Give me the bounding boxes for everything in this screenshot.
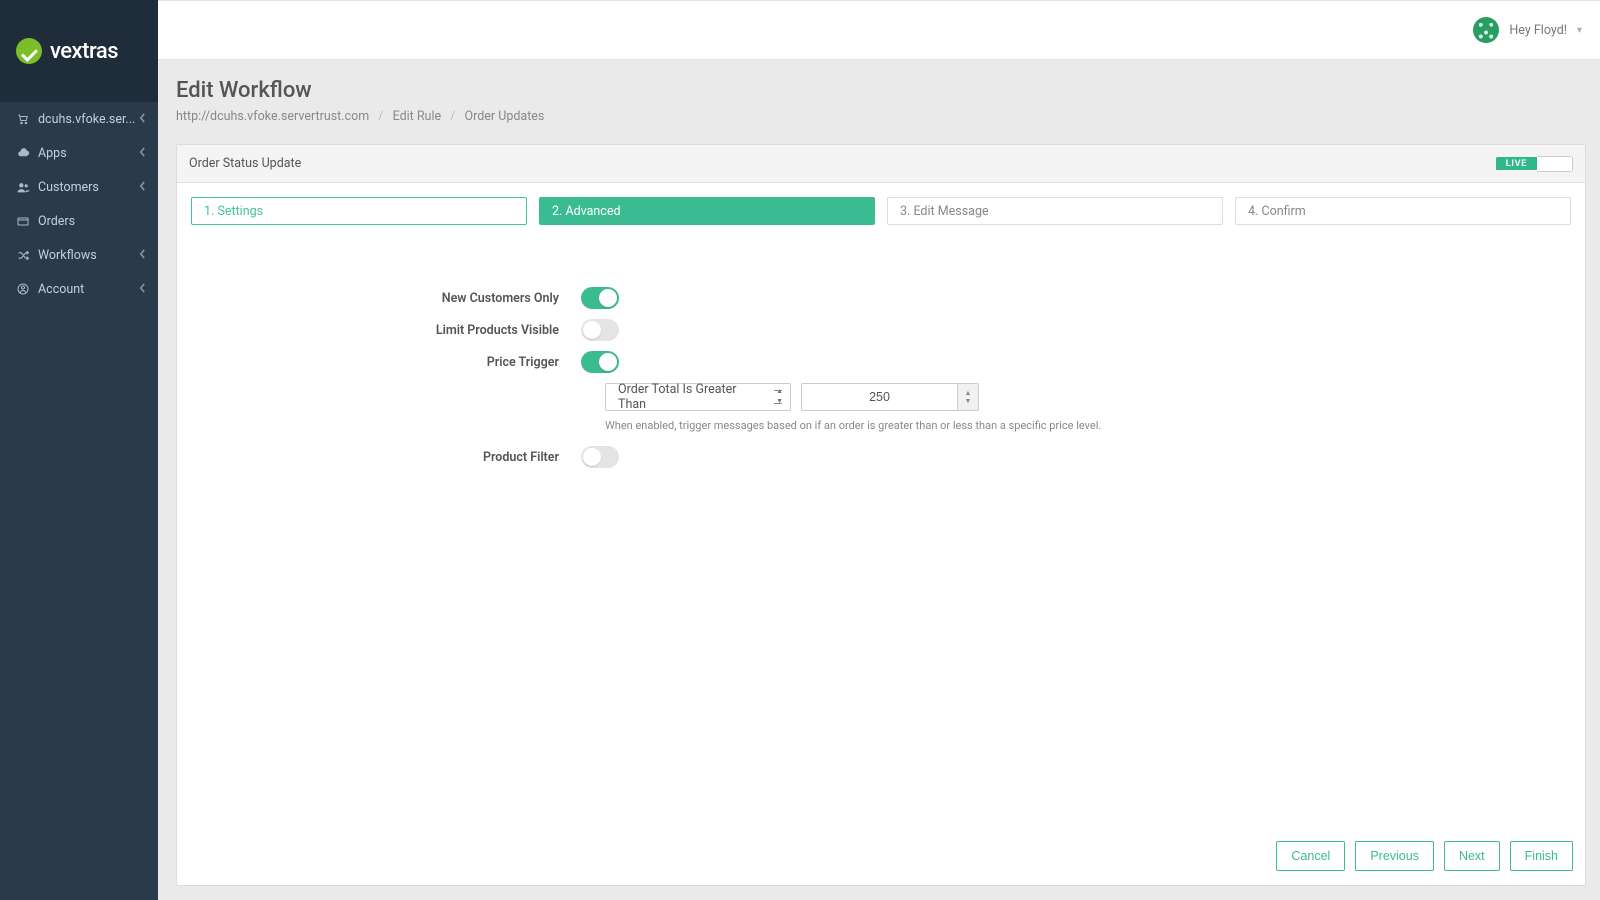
price-trigger-value-input-group: ▲▼ <box>801 383 979 411</box>
step-num: 3 <box>900 204 907 219</box>
breadcrumb-sep: / <box>450 109 455 124</box>
step-label: Confirm <box>1261 204 1305 219</box>
step-num: 2 <box>552 204 559 219</box>
step-label: Settings <box>217 204 263 219</box>
price-trigger-condition-select[interactable]: Order Total Is Greater Than ▲▼ <box>605 383 791 411</box>
sidebar-item-label: Customers <box>38 180 99 195</box>
chevron-left-icon <box>139 146 146 161</box>
chevron-left-icon <box>139 112 146 127</box>
logo-mark-icon <box>16 38 42 64</box>
sidebar-item-store[interactable]: dcuhs.vfoke.ser... <box>0 102 158 136</box>
toggle-limit-products-visible[interactable] <box>581 319 619 341</box>
label-product-filter: Product Filter <box>187 450 581 465</box>
step-label: Edit Message <box>913 204 988 219</box>
toggle-product-filter[interactable] <box>581 446 619 468</box>
price-trigger-value-input[interactable] <box>801 383 957 411</box>
cart-icon <box>16 113 30 125</box>
next-button[interactable]: Next <box>1444 841 1500 871</box>
price-trigger-config: Order Total Is Greater Than ▲▼ ▲▼ <box>605 383 1575 411</box>
wizard-steps: 1. Settings 2. Advanced 3. Edit Message … <box>177 183 1585 231</box>
row-product-filter: Product Filter <box>187 446 1575 468</box>
sidebar-item-label: Orders <box>38 214 75 229</box>
user-icon <box>16 283 30 295</box>
wizard-actions: Cancel Previous Next Finish <box>177 829 1585 885</box>
card-title: Order Status Update <box>189 156 301 171</box>
sidebar-item-label: Apps <box>38 146 67 161</box>
sidebar: vextras dcuhs.vfoke.ser... Apps <box>0 0 158 900</box>
page-header: Edit Workflow http://dcuhs.vfoke.servert… <box>158 60 1600 136</box>
breadcrumb-sep: / <box>378 109 383 124</box>
breadcrumb-item[interactable]: http://dcuhs.vfoke.servertrust.com <box>176 109 369 124</box>
cancel-button[interactable]: Cancel <box>1276 841 1345 871</box>
label-new-customers-only: New Customers Only <box>187 291 581 306</box>
row-limit-products-visible: Limit Products Visible <box>187 319 1575 341</box>
sidebar-item-orders[interactable]: Orders <box>0 204 158 238</box>
logo-area: vextras <box>0 0 158 102</box>
live-label: LIVE <box>1496 157 1537 170</box>
user-greeting: Hey Floyd! <box>1509 23 1567 38</box>
orders-icon <box>16 216 30 226</box>
step-num: 4 <box>1248 204 1255 219</box>
shuffle-icon <box>16 250 30 261</box>
step-confirm[interactable]: 4. Confirm <box>1235 197 1571 225</box>
sidebar-nav: dcuhs.vfoke.ser... Apps Customers <box>0 102 158 306</box>
sidebar-item-account[interactable]: Account <box>0 272 158 306</box>
sidebar-item-workflows[interactable]: Workflows <box>0 238 158 272</box>
row-new-customers-only: New Customers Only <box>187 287 1575 309</box>
step-edit-message[interactable]: 3. Edit Message <box>887 197 1223 225</box>
breadcrumb-item[interactable]: Order Updates <box>465 109 545 124</box>
step-advanced[interactable]: 2. Advanced <box>539 197 875 225</box>
cloud-icon <box>16 148 30 158</box>
breadcrumb-item[interactable]: Edit Rule <box>393 109 442 124</box>
sidebar-item-label: Account <box>38 282 84 297</box>
logo-text: vextras <box>50 39 118 64</box>
caret-down-icon: ▾ <box>1577 25 1582 36</box>
live-off-segment <box>1537 156 1573 172</box>
logo: vextras <box>16 38 118 64</box>
sidebar-item-label: dcuhs.vfoke.ser... <box>38 112 135 127</box>
step-settings[interactable]: 1. Settings <box>191 197 527 225</box>
card-header: Order Status Update LIVE <box>177 145 1585 183</box>
topbar: Hey Floyd! ▾ <box>158 0 1600 60</box>
sidebar-item-apps[interactable]: Apps <box>0 136 158 170</box>
page-title: Edit Workflow <box>176 78 1578 103</box>
row-price-trigger: Price Trigger <box>187 351 1575 373</box>
toggle-new-customers-only[interactable] <box>581 287 619 309</box>
toggle-price-trigger[interactable] <box>581 351 619 373</box>
chevron-left-icon <box>139 282 146 297</box>
select-value: Order Total Is Greater Than <box>618 382 766 412</box>
label-limit-products-visible: Limit Products Visible <box>187 323 581 338</box>
users-icon <box>16 182 30 193</box>
number-spinner[interactable]: ▲▼ <box>957 383 979 411</box>
chevron-left-icon <box>139 180 146 195</box>
step-num: 1 <box>204 204 211 219</box>
workflow-card: Order Status Update LIVE 1. Settings 2. … <box>176 144 1586 886</box>
user-menu[interactable]: Hey Floyd! ▾ <box>1473 17 1582 43</box>
live-toggle[interactable]: LIVE <box>1496 156 1573 172</box>
finish-button[interactable]: Finish <box>1510 841 1573 871</box>
label-price-trigger: Price Trigger <box>187 355 581 370</box>
price-trigger-help: When enabled, trigger messages based on … <box>605 419 1575 432</box>
previous-button[interactable]: Previous <box>1355 841 1434 871</box>
breadcrumb: http://dcuhs.vfoke.servertrust.com / Edi… <box>176 109 1578 124</box>
avatar <box>1473 17 1499 43</box>
step-label: Advanced <box>565 204 620 219</box>
main: Hey Floyd! ▾ Edit Workflow http://dcuhs.… <box>158 0 1600 900</box>
chevron-left-icon <box>139 248 146 263</box>
sidebar-item-customers[interactable]: Customers <box>0 170 158 204</box>
advanced-form: New Customers Only Limit Products Visibl… <box>177 231 1585 488</box>
sidebar-item-label: Workflows <box>38 248 97 263</box>
